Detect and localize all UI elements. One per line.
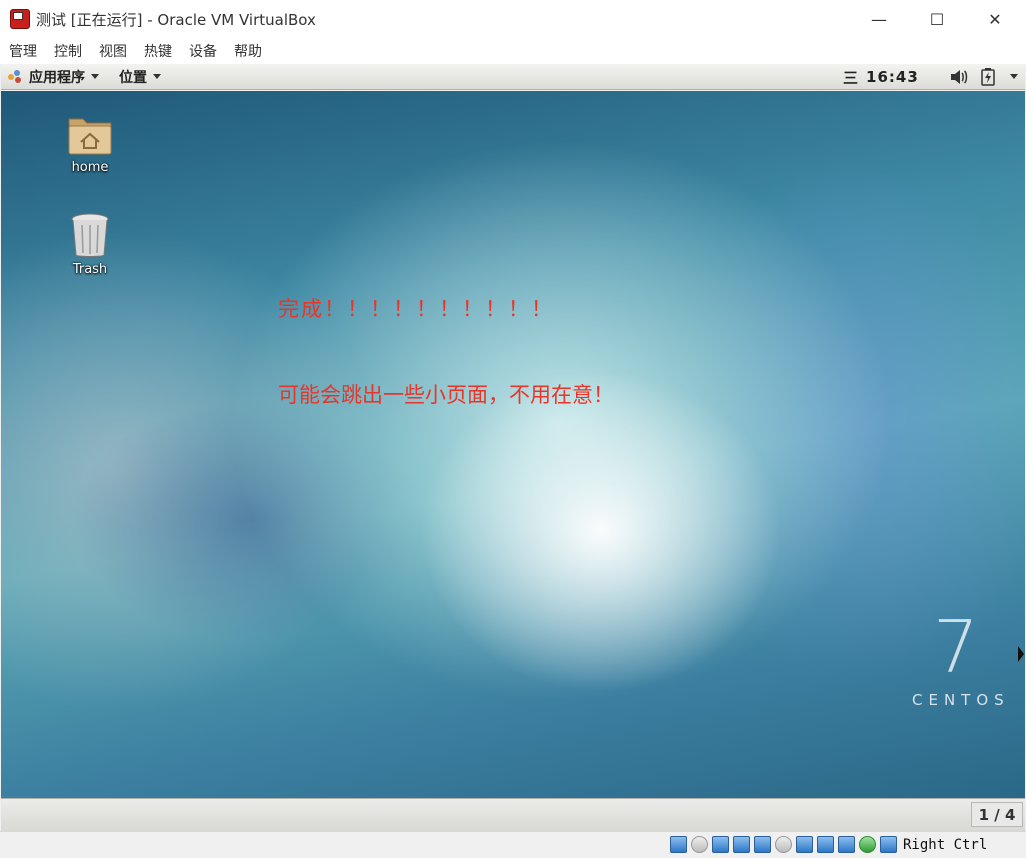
volume-icon[interactable]	[950, 69, 968, 85]
desktop[interactable]: home Trash 完成！！！！！！！！！！ 可能会跳出一些小页面，不用在意！…	[1, 91, 1025, 798]
centos-logo-text: CENTOS	[912, 691, 1010, 709]
window-title: 测试 [正在运行] - Oracle VM VirtualBox	[36, 10, 316, 29]
centos-version-watermark: 7	[933, 605, 979, 689]
annotation-text-done: 完成！！！！！！！！！！	[278, 297, 554, 321]
menu-bar: 管理 控制 视图 热键 设备 帮助	[0, 38, 1026, 64]
clock-menu-icon: 三	[843, 68, 859, 87]
menu-manage[interactable]: 管理	[9, 41, 37, 61]
keyboard-capture-icon[interactable]	[880, 836, 897, 853]
mouse-pointer-icon	[1018, 646, 1024, 662]
host-key-label: Right Ctrl	[903, 836, 988, 853]
applications-label: 应用程序	[29, 69, 85, 86]
desktop-icon-label: home	[71, 160, 109, 175]
video-capture-icon[interactable]	[817, 836, 834, 853]
chevron-down-icon	[153, 74, 161, 79]
menu-hotkeys[interactable]: 热键	[144, 41, 172, 61]
annotation-text-popups: 可能会跳出一些小页面，不用在意！	[278, 383, 614, 407]
optical-drive-icon[interactable]	[691, 836, 708, 853]
display-icon[interactable]	[796, 836, 813, 853]
gnome-bottom-panel: 1 / 4	[1, 798, 1025, 831]
menu-control[interactable]: 控制	[54, 41, 82, 61]
network-icon[interactable]	[733, 836, 750, 853]
status-icons-group: Right Ctrl	[670, 836, 987, 853]
gnome-foot-icon	[8, 69, 22, 84]
maximize-button[interactable]: ☐	[908, 0, 966, 38]
audio-icon[interactable]	[712, 836, 729, 853]
trash-icon	[71, 213, 109, 257]
clock-button[interactable]: 三 16:43	[843, 64, 919, 90]
virtualization-icon[interactable]	[838, 836, 855, 853]
places-label: 位置	[119, 69, 147, 86]
desktop-icon-trash[interactable]: Trash	[50, 213, 130, 277]
home-folder-icon	[68, 118, 112, 155]
menu-devices[interactable]: 设备	[189, 41, 217, 61]
usb-icon[interactable]	[754, 836, 771, 853]
hard-disk-icon[interactable]	[670, 836, 687, 853]
workspace-switcher[interactable]: 1 / 4	[971, 802, 1023, 827]
close-button[interactable]: ✕	[966, 0, 1024, 38]
mouse-integration-icon[interactable]	[859, 836, 876, 853]
clock-time: 16:43	[866, 68, 919, 86]
minimize-button[interactable]: —	[850, 0, 908, 38]
desktop-icon-label: Trash	[72, 262, 108, 277]
shared-folders-icon[interactable]	[775, 836, 792, 853]
places-menu[interactable]: 位置	[119, 67, 161, 87]
system-menu-chevron-icon[interactable]	[1010, 74, 1018, 79]
menu-help[interactable]: 帮助	[234, 41, 262, 61]
battery-icon[interactable]	[981, 68, 995, 86]
desktop-icon-home[interactable]: home	[50, 113, 130, 175]
menu-view[interactable]: 视图	[99, 41, 127, 61]
virtualbox-status-bar: Right Ctrl	[0, 831, 1026, 858]
chevron-down-icon	[91, 74, 99, 79]
window-titlebar[interactable]: 测试 [正在运行] - Oracle VM VirtualBox — ☐ ✕	[0, 0, 1026, 38]
applications-menu[interactable]: 应用程序	[8, 67, 99, 87]
virtualbox-app-icon	[10, 9, 30, 29]
gnome-top-panel: 应用程序 位置 三 16:43	[1, 64, 1025, 90]
